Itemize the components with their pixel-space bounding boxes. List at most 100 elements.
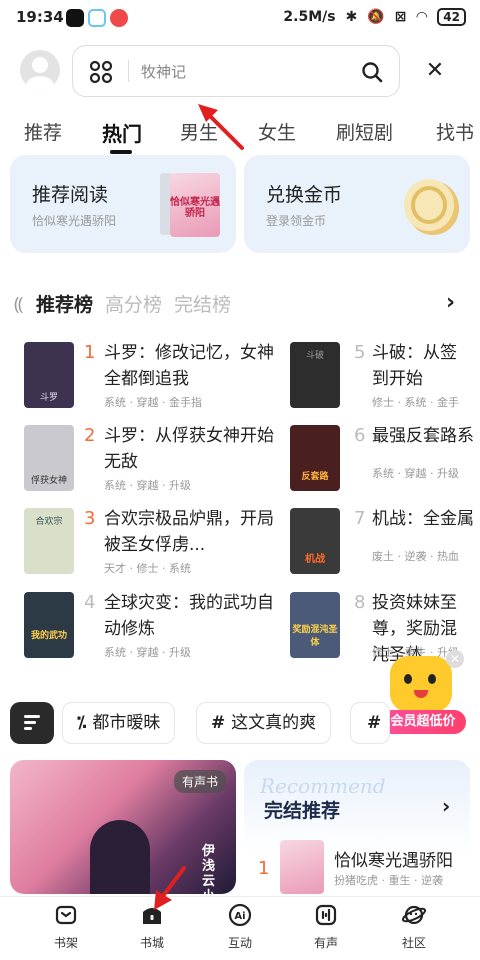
card-subtitle: 登录领金币 [266, 214, 327, 228]
book-cover: 反套路 [290, 425, 340, 491]
list-item[interactable]: 斗罗 1 斗罗：修改记忆，女神全都倒追我 系统 · 穿越 · 金手指 [24, 342, 274, 422]
book-title: 全球灾变：我的武功自动修炼 [104, 593, 274, 639]
exchange-coins-card[interactable]: 兑换金币 登录领金币 [244, 155, 470, 253]
rank-number: 1 [84, 342, 96, 363]
nav-community[interactable]: 社区 [384, 903, 444, 951]
book-cover: 奖励混沌圣体 [290, 592, 340, 658]
tab-female[interactable]: 女生 [258, 118, 296, 145]
search-input[interactable]: 牧神记 [141, 61, 186, 82]
chip-more[interactable]: # [350, 702, 390, 744]
recommend-reading-card[interactable]: 推荐阅读 恰似寒光遇骄阳 恰似寒光遇骄阳 [10, 155, 236, 253]
tag-chip-row: ⁒ 都市暧昧 # 这文真的爽 # [0, 702, 480, 744]
laurel-left-icon: ⸨ [14, 294, 24, 315]
chip-very-satisfying[interactable]: # 这文真的爽 [196, 702, 332, 744]
banner-side-text: 伊浅 云小爱 [202, 844, 216, 894]
network-speed: 2.5M/s [283, 9, 336, 25]
nav-label: 书架 [53, 936, 78, 950]
card-watermark: Recommend [260, 774, 386, 798]
audio-icon [315, 904, 337, 926]
nav-label: 有声 [313, 936, 338, 950]
rank-number: 4 [84, 592, 96, 613]
battery-indicator: 42 [437, 8, 466, 26]
tab-recommend[interactable]: 推荐 [24, 118, 62, 145]
chevron-right-icon[interactable]: › [442, 794, 450, 818]
book-cover[interactable]: 恰似寒光遇骄阳 [170, 173, 220, 237]
book-cover: 机战 [290, 508, 340, 574]
rank-tabs: 推荐榜 高分榜 完结榜 [36, 290, 243, 317]
audiobook-banner[interactable]: 有声书 伊浅 云小爱 [10, 760, 236, 894]
book-cover: 我的武功 [24, 592, 74, 658]
app-notification-icon-2 [110, 9, 128, 27]
list-item[interactable]: 反套路 6 最强反套路系 系统 · 穿越 · 升级 [290, 425, 480, 505]
book-cover: 斗罗 [24, 342, 74, 408]
list-item[interactable]: 俘获女神 2 斗罗：从俘获女神开始无敌 系统 · 穿越 · 升级 [24, 425, 274, 505]
nav-bookstore[interactable]: 书城 [122, 903, 182, 951]
close-icon[interactable]: ✕ [422, 58, 448, 84]
rank-tab-finished[interactable]: 完结榜 [174, 290, 231, 317]
tab-short-drama[interactable]: 刷短剧 [336, 118, 393, 145]
nav-label: 书城 [139, 936, 164, 950]
card-subtitle: 恰似寒光遇骄阳 [32, 214, 117, 228]
category-tabs: 推荐 热门 男生 女生 刷短剧 找书 [0, 118, 480, 158]
rank-number: 2 [84, 425, 96, 446]
close-icon[interactable]: ✕ [446, 650, 464, 668]
book-cover: 斗破 [290, 342, 340, 408]
book-title: 斗罗：从俘获女神开始无敌 [104, 426, 274, 472]
nav-interact[interactable]: Ai 互动 [210, 903, 270, 951]
chip-label: 这文真的爽 [231, 713, 317, 733]
chevron-right-icon[interactable]: › [446, 290, 455, 315]
app-notification-icon [88, 9, 106, 27]
search-icon[interactable] [361, 61, 383, 83]
rank-tab-recommend[interactable]: 推荐榜 [36, 290, 93, 317]
rank-number: 5 [354, 342, 366, 363]
tab-popular[interactable]: 热门 [102, 118, 142, 147]
book-tags: 系统 · 穿越 · 升级 [104, 479, 191, 492]
rank-number: 3 [84, 508, 96, 529]
book-title: 合欢宗极品炉鼎，开局被圣女俘虏... [104, 509, 274, 555]
list-item[interactable]: 斗破 5 斗破：从签到开始 修士 · 系统 · 金手 [290, 342, 480, 422]
book-tags: 系统 · 穿越 · 升级 [104, 646, 191, 659]
card-title: 兑换金币 [266, 184, 343, 206]
book-cover [280, 840, 324, 894]
book-tags: 扮猪吃虎 · 重生 · 逆袭 [334, 874, 443, 887]
audiobook-badge: 有声书 [173, 770, 226, 793]
mute-icon: 🔕 [367, 9, 385, 25]
menu-icon[interactable] [10, 702, 54, 744]
book-cover: 俘获女神 [24, 425, 74, 491]
bookshelf-icon [55, 905, 77, 925]
book-tags: 系统 · 穿越 · 金手指 [104, 396, 202, 409]
chip-label: 都市暧昧 [92, 713, 161, 733]
tiktok-app-icon [66, 9, 84, 27]
rank-number: 7 [354, 508, 366, 529]
book-title: 恰似寒光遇骄阳 [334, 851, 453, 871]
tab-male[interactable]: 男生 [180, 118, 218, 145]
user-icon [26, 57, 54, 90]
category-grid-icon[interactable] [89, 60, 113, 84]
chip-urban-romance[interactable]: ⁒ 都市暧昧 [62, 702, 176, 744]
rank-number: 6 [354, 425, 366, 446]
list-item[interactable]: 机战 7 机战：全金属 废土 · 逆袭 · 热血 [290, 508, 480, 588]
book-cover: 合欢宗 [24, 508, 74, 574]
percent-icon: ⁒ [77, 713, 93, 733]
book-title: 机战：全金属 [372, 509, 474, 529]
nav-audio[interactable]: 有声 [296, 903, 356, 951]
nav-label: 社区 [401, 936, 426, 950]
rank-number: 1 [258, 858, 270, 879]
wifi-icon: ◠ [416, 9, 428, 25]
bottom-nav: 书架 书城 Ai 互动 有声 社区 [0, 896, 480, 960]
status-bar: 19:34 2.5M/s ✱ 🔕 ⊠ ◠ 42 [0, 0, 480, 36]
community-icon [401, 905, 427, 925]
book-tags: 废土 · 逆袭 · 热血 [372, 550, 459, 563]
nav-bookshelf[interactable]: 书架 [36, 903, 96, 951]
list-item[interactable]: 合欢宗 3 合欢宗极品炉鼎，开局被圣女俘虏... 天才 · 修士 · 系统 [24, 508, 274, 588]
finished-recommend-card[interactable]: Recommend 完结推荐 › 1 恰似寒光遇骄阳 扮猪吃虎 · 重生 · 逆… [244, 760, 470, 894]
book-tags: 修士 · 系统 · 金手 [372, 396, 459, 409]
avatar[interactable] [20, 50, 60, 90]
book-tags: 天才 · 修士 · 系统 [104, 562, 191, 575]
gold-coin-icon [404, 179, 459, 235]
tab-find-book[interactable]: 找书 [436, 118, 474, 145]
book-title: 斗破：从签到开始 [372, 343, 457, 389]
list-item[interactable]: 我的武功 4 全球灾变：我的武功自动修炼 系统 · 穿越 · 升级 [24, 592, 274, 672]
rank-tab-high-score[interactable]: 高分榜 [105, 290, 162, 317]
search-bar[interactable]: 牧神记 [72, 45, 400, 97]
